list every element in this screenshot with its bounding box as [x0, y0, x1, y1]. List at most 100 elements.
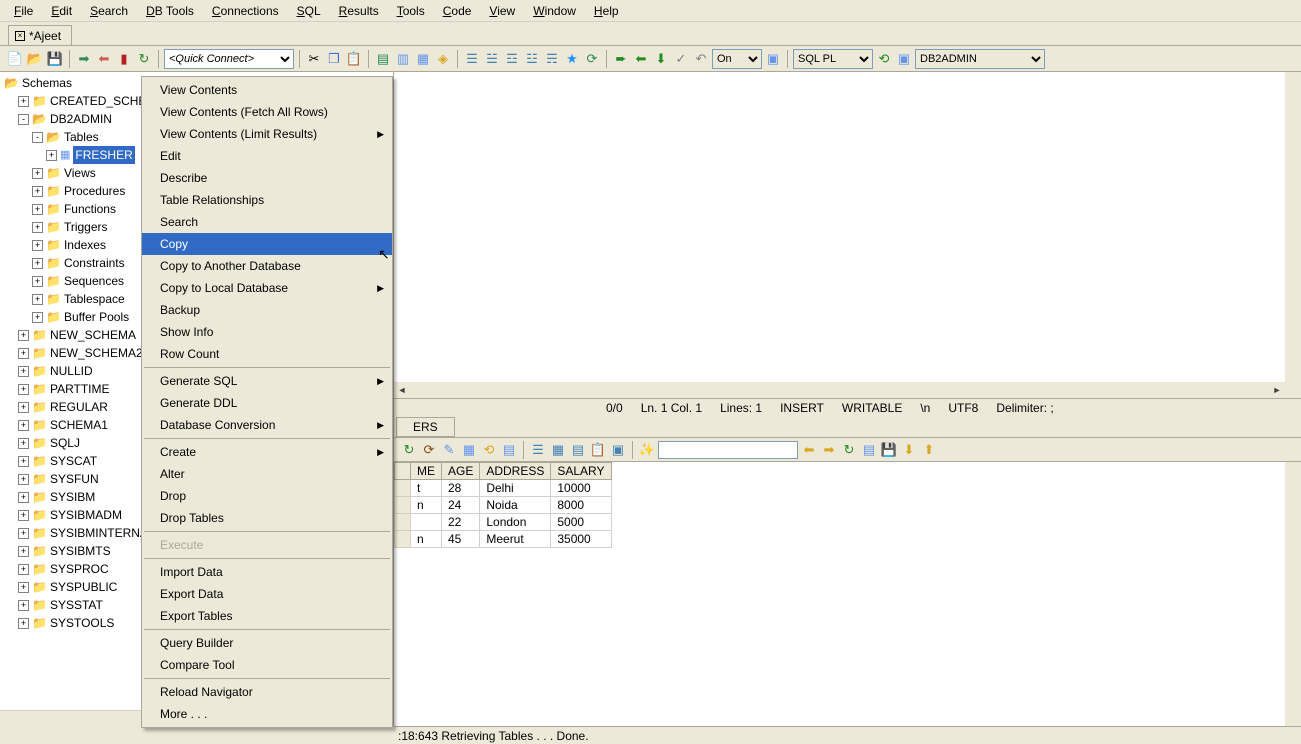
arrow-up-icon[interactable]: ⬆: [920, 441, 938, 459]
menu-item-describe[interactable]: Describe: [142, 167, 392, 189]
tool-icon[interactable]: ↻: [840, 441, 858, 459]
cell[interactable]: 24: [442, 497, 480, 514]
tree-node[interactable]: +📁SYSIBMINTERNA: [4, 524, 156, 542]
tree-node[interactable]: +📁Tablespace: [4, 290, 156, 308]
cell[interactable]: 35000: [551, 531, 611, 548]
expand-icon[interactable]: +: [32, 276, 43, 287]
cell[interactable]: n: [411, 497, 442, 514]
expand-icon[interactable]: +: [18, 618, 29, 629]
tool-icon[interactable]: ▤: [860, 441, 878, 459]
tool-icon[interactable]: ↻: [400, 441, 418, 459]
cell[interactable]: 28: [442, 480, 480, 497]
filter-input[interactable]: [658, 441, 798, 459]
menu-item-drop[interactable]: Drop: [142, 485, 392, 507]
column-header[interactable]: ME: [411, 463, 442, 480]
tree-node[interactable]: +▦FRESHER: [4, 146, 156, 164]
tree-node[interactable]: +📁SQLJ: [4, 434, 156, 452]
expand-icon[interactable]: +: [32, 294, 43, 305]
cell[interactable]: 22: [442, 514, 480, 531]
expand-icon[interactable]: +: [18, 600, 29, 611]
menu-item-copy-to-another-database[interactable]: Copy to Another Database: [142, 255, 392, 277]
menu-item-import-data[interactable]: Import Data: [142, 561, 392, 583]
menu-item-view-contents[interactable]: View Contents: [142, 79, 392, 101]
tool-icon[interactable]: ❐: [325, 50, 343, 68]
expand-icon[interactable]: +: [18, 96, 29, 107]
tree-node[interactable]: +📁Buffer Pools: [4, 308, 156, 326]
expand-icon[interactable]: +: [32, 168, 43, 179]
menu-sql[interactable]: SQL: [289, 2, 329, 20]
tree-node[interactable]: +📁REGULAR: [4, 398, 156, 416]
tree-node[interactable]: +📁SYSIBMTS: [4, 542, 156, 560]
tool-icon[interactable]: ⟲: [480, 441, 498, 459]
menu-item-query-builder[interactable]: Query Builder: [142, 632, 392, 654]
save-icon[interactable]: 💾: [46, 50, 64, 68]
menu-item-view-contents-fetch-all-rows-[interactable]: View Contents (Fetch All Rows): [142, 101, 392, 123]
tool-icon[interactable]: ✎: [440, 441, 458, 459]
menu-item-copy[interactable]: Copy: [142, 233, 392, 255]
sql-editor[interactable]: ◄ ►: [394, 72, 1301, 398]
quick-connect-combo[interactable]: <Quick Connect>: [164, 49, 294, 69]
wand-icon[interactable]: ✨: [638, 441, 656, 459]
arrow-down-icon[interactable]: ⬇: [652, 50, 670, 68]
menu-item-drop-tables[interactable]: Drop Tables: [142, 507, 392, 529]
tool-icon[interactable]: ☰: [529, 441, 547, 459]
new-icon[interactable]: 📄: [6, 50, 24, 68]
expand-icon[interactable]: +: [18, 420, 29, 431]
cell[interactable]: Delhi: [480, 480, 551, 497]
tree-node[interactable]: +📁PARTTIME: [4, 380, 156, 398]
table-row[interactable]: n45Meerut35000: [395, 531, 612, 548]
connect-icon[interactable]: ➡: [75, 50, 93, 68]
tree-node[interactable]: -📂Tables: [4, 128, 156, 146]
expand-icon[interactable]: +: [46, 150, 57, 161]
table-row[interactable]: n24Noida8000: [395, 497, 612, 514]
sql-lang-combo[interactable]: SQL PL: [793, 49, 873, 69]
scroll-right-icon[interactable]: ►: [1269, 382, 1285, 398]
tree-node[interactable]: +📁NEW_SCHEMA: [4, 326, 156, 344]
expand-icon[interactable]: +: [32, 312, 43, 323]
expand-icon[interactable]: +: [18, 402, 29, 413]
cell[interactable]: London: [480, 514, 551, 531]
tree-node[interactable]: +📁SYSIBMADM: [4, 506, 156, 524]
column-header[interactable]: ADDRESS: [480, 463, 551, 480]
tool-icon[interactable]: ✂: [305, 50, 323, 68]
tree-node[interactable]: +📁Constraints: [4, 254, 156, 272]
menu-item-alter[interactable]: Alter: [142, 463, 392, 485]
scrollbar-vertical[interactable]: [1285, 72, 1301, 398]
stop-icon[interactable]: ▮: [115, 50, 133, 68]
tree-node[interactable]: +📁NULLID: [4, 362, 156, 380]
menu-connections[interactable]: Connections: [204, 2, 287, 20]
expand-icon[interactable]: +: [32, 222, 43, 233]
arrow-left-icon[interactable]: ⬅: [632, 50, 650, 68]
menu-item-table-relationships[interactable]: Table Relationships: [142, 189, 392, 211]
tool-icon[interactable]: ⟳: [420, 441, 438, 459]
arrow-right-icon[interactable]: ➨: [612, 50, 630, 68]
scrollbar-vertical[interactable]: [1285, 462, 1301, 726]
tree-node[interactable]: +📁Procedures: [4, 182, 156, 200]
tool-icon[interactable]: ☲: [503, 50, 521, 68]
scrollbar-horizontal[interactable]: ◄ ►: [394, 382, 1285, 398]
scroll-left-icon[interactable]: ◄: [394, 382, 410, 398]
tool-icon[interactable]: ▦: [414, 50, 432, 68]
menu-code[interactable]: Code: [435, 2, 480, 20]
menu-db-tools[interactable]: DB Tools: [138, 2, 202, 20]
expand-icon[interactable]: +: [18, 492, 29, 503]
cell[interactable]: 5000: [551, 514, 611, 531]
cell[interactable]: 10000: [551, 480, 611, 497]
expand-icon[interactable]: +: [18, 564, 29, 575]
arrow-down-icon[interactable]: ⬇: [900, 441, 918, 459]
menu-tools[interactable]: Tools: [389, 2, 433, 20]
menu-item-generate-sql[interactable]: Generate SQL▶: [142, 370, 392, 392]
expand-icon[interactable]: +: [32, 240, 43, 251]
menu-item-more-[interactable]: More . . .: [142, 703, 392, 725]
tree-node[interactable]: +📁SCHEMA1: [4, 416, 156, 434]
expand-icon[interactable]: +: [18, 456, 29, 467]
tree-node[interactable]: +📁SYSCAT: [4, 452, 156, 470]
results-tab[interactable]: ERS: [396, 417, 455, 437]
menu-item-generate-ddl[interactable]: Generate DDL: [142, 392, 392, 414]
cell[interactable]: Noida: [480, 497, 551, 514]
expand-icon[interactable]: +: [18, 474, 29, 485]
tool-icon[interactable]: ☱: [483, 50, 501, 68]
cell[interactable]: 45: [442, 531, 480, 548]
refresh-icon[interactable]: ↻: [135, 50, 153, 68]
tree-node[interactable]: +📁Functions: [4, 200, 156, 218]
